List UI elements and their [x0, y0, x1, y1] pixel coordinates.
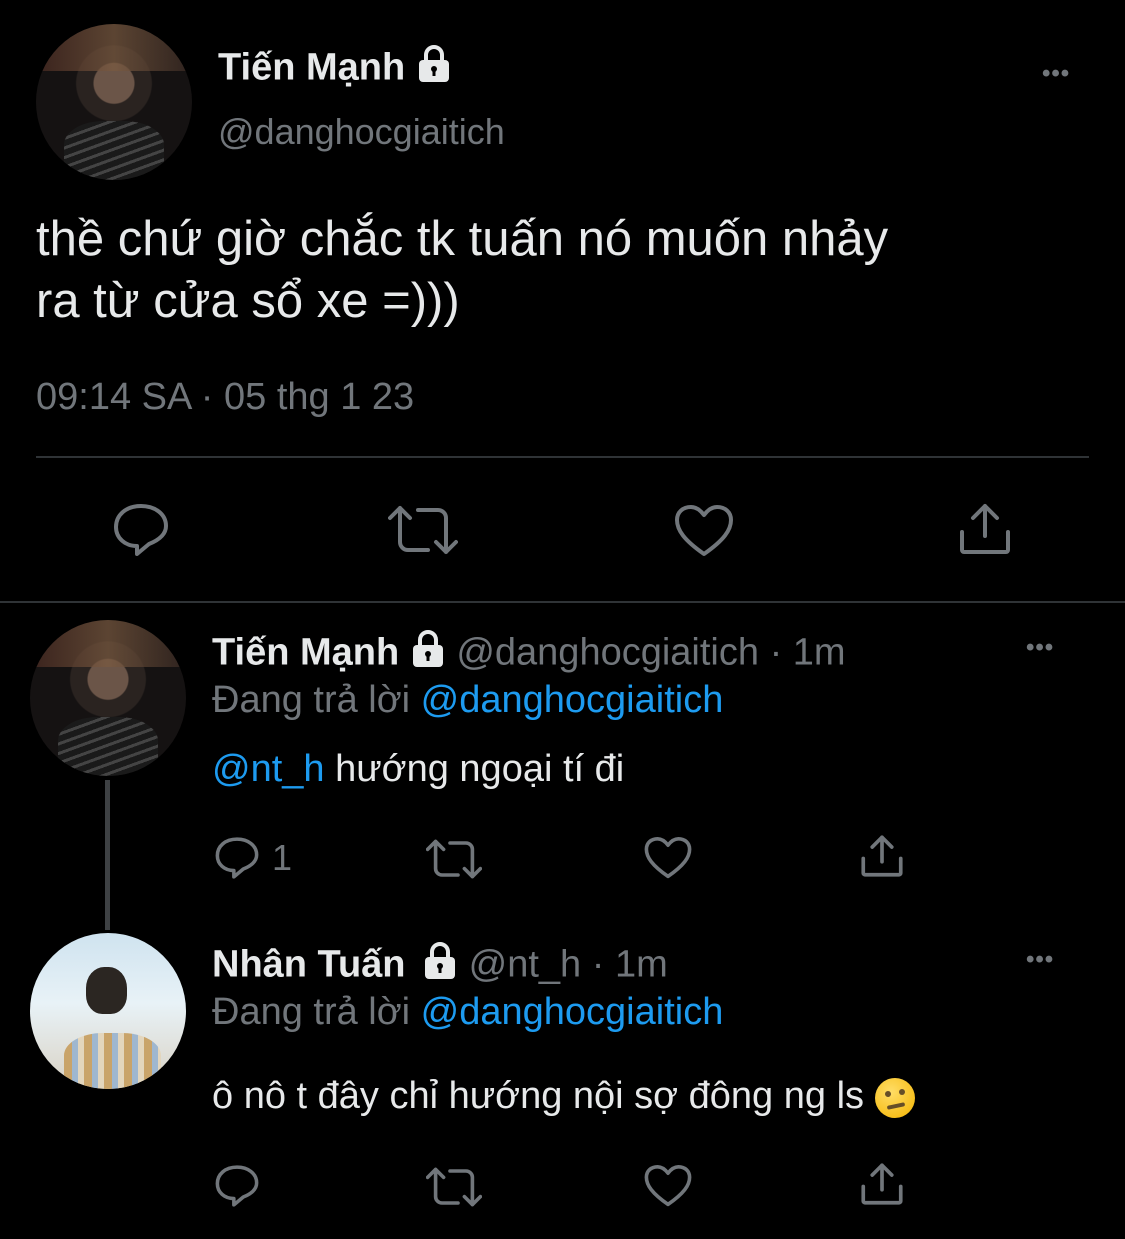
retweet-icon[interactable]	[426, 1166, 482, 1208]
divider	[36, 456, 1089, 458]
display-name[interactable]: Tiến Mạnh	[212, 632, 399, 674]
lock-icon	[416, 44, 452, 95]
replying-to-link[interactable]: @danghocgiaitich	[421, 991, 724, 1033]
thread-line	[105, 780, 110, 930]
divider	[0, 601, 1125, 603]
thinking-face-emoji	[874, 1077, 915, 1118]
like-icon[interactable]	[674, 504, 734, 558]
handle[interactable]: @danghocgiaitich	[218, 110, 505, 154]
avatar[interactable]	[30, 933, 186, 1089]
replying-to: Đang trả lời @danghocgiaitich	[212, 989, 723, 1035]
avatar[interactable]	[36, 24, 192, 180]
reply-icon[interactable]	[112, 502, 170, 558]
replying-prefix: Đang trả lời	[212, 991, 411, 1033]
tweet-text: thề chứ giờ chắc tk tuấn nó muốn nhảy ra…	[36, 208, 888, 332]
like-icon[interactable]	[644, 1164, 692, 1208]
handle[interactable]: @danghocgiaitich	[456, 632, 759, 674]
time[interactable]: · 1m	[770, 632, 846, 674]
mention-link[interactable]: @nt_h	[212, 748, 325, 790]
more-icon[interactable]: •••	[1026, 634, 1054, 662]
share-icon[interactable]	[958, 502, 1012, 556]
time[interactable]: · 1m	[592, 944, 668, 986]
retweet-icon[interactable]	[426, 838, 482, 880]
author-line: Tiến Mạnh	[218, 44, 452, 95]
reply-text: ô nô t đây chỉ hướng nội sợ đông ng ls	[212, 1073, 915, 1119]
display-name[interactable]: Nhân Tuấn	[212, 944, 406, 986]
author-line: Nhân Tuấn @nt_h · 1m	[212, 941, 668, 992]
share-icon[interactable]	[860, 834, 904, 878]
more-icon[interactable]: •••	[1042, 60, 1070, 88]
reply-icon[interactable]	[214, 1164, 260, 1208]
reply-icon[interactable]	[214, 836, 260, 880]
tweet-text-line: ra từ cửa sổ xe =)))	[36, 274, 460, 328]
replying-to: Đang trả lời @danghocgiaitich	[212, 677, 723, 723]
replying-to-link[interactable]: @danghocgiaitich	[421, 679, 724, 721]
like-icon[interactable]	[644, 836, 692, 880]
reply-text: @nt_h hướng ngoại tí đi	[212, 746, 624, 792]
handle[interactable]: @nt_h	[469, 944, 582, 986]
share-icon[interactable]	[860, 1162, 904, 1206]
replying-prefix: Đang trả lời	[212, 679, 411, 721]
reply-body: ô nô t đây chỉ hướng nội sợ đông ng ls	[212, 1075, 865, 1117]
reply-body: hướng ngoại tí đi	[335, 748, 625, 790]
more-icon[interactable]: •••	[1026, 946, 1054, 974]
avatar[interactable]	[30, 620, 186, 776]
lock-icon	[410, 629, 446, 680]
display-name[interactable]: Tiến Mạnh	[218, 47, 405, 89]
tweet-text-line: thề chứ giờ chắc tk tuấn nó muốn nhảy	[36, 212, 889, 266]
lock-icon	[422, 941, 458, 992]
reply-count: 1	[272, 837, 293, 878]
timestamp[interactable]: 09:14 SA · 05 thg 1 23	[36, 374, 414, 420]
author-line: Tiến Mạnh @danghocgiaitich · 1m	[212, 629, 846, 680]
retweet-icon[interactable]	[388, 504, 458, 556]
